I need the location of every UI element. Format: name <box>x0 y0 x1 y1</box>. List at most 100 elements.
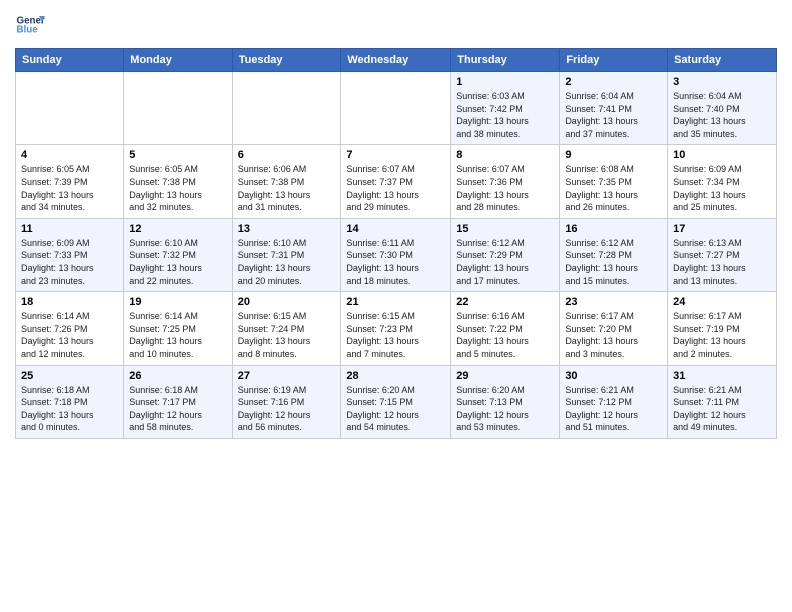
day-number: 11 <box>21 223 118 235</box>
day-cell: 20 Sunrise: 6:15 AM Sunset: 7:24 PM Dayli… <box>232 292 341 365</box>
logo-icon: General Blue <box>15 10 45 40</box>
day-info: Sunrise: 6:04 AM Sunset: 7:40 PM Dayligh… <box>673 90 771 140</box>
day-info: Sunrise: 6:15 AM Sunset: 7:23 PM Dayligh… <box>346 310 445 360</box>
day-info: Sunrise: 6:07 AM Sunset: 7:37 PM Dayligh… <box>346 163 445 213</box>
day-info: Sunrise: 6:20 AM Sunset: 7:13 PM Dayligh… <box>456 384 554 434</box>
day-cell: 22Sunrise: 6:16 AM Sunset: 7:22 PM Dayli… <box>451 292 560 365</box>
day-info: Sunrise: 6:04 AM Sunset: 7:41 PM Dayligh… <box>565 90 662 140</box>
day-number: 14 <box>346 223 445 235</box>
day-info: Sunrise: 6:12 AM Sunset: 7:28 PM Dayligh… <box>565 237 662 287</box>
day-number: 1 <box>456 76 554 88</box>
day-number: 7 <box>346 149 445 161</box>
day-cell: 21 Sunrise: 6:15 AM Sunset: 7:23 PM Dayli… <box>341 292 451 365</box>
day-info: Sunrise: 6:05 AM Sunset: 7:38 PM Dayligh… <box>129 163 226 213</box>
day-number: 19 <box>129 296 226 308</box>
day-cell: 27 Sunrise: 6:19 AM Sunset: 7:16 PM Dayli… <box>232 365 341 438</box>
header: General Blue <box>15 10 777 40</box>
day-cell: 25Sunrise: 6:18 AM Sunset: 7:18 PM Dayli… <box>16 365 124 438</box>
day-info: Sunrise: 6:19 AM Sunset: 7:16 PM Dayligh… <box>238 384 336 434</box>
day-number: 21 <box>346 296 445 308</box>
day-cell: 23 Sunrise: 6:17 AM Sunset: 7:20 PM Dayli… <box>560 292 668 365</box>
logo: General Blue <box>15 10 45 40</box>
day-number: 18 <box>21 296 118 308</box>
week-row-4: 25Sunrise: 6:18 AM Sunset: 7:18 PM Dayli… <box>16 365 777 438</box>
day-cell: 5 Sunrise: 6:05 AM Sunset: 7:38 PM Daylig… <box>124 145 232 218</box>
day-number: 12 <box>129 223 226 235</box>
day-cell: 8 Sunrise: 6:07 AM Sunset: 7:36 PM Daylig… <box>451 145 560 218</box>
day-cell: 3 Sunrise: 6:04 AM Sunset: 7:40 PM Daylig… <box>668 72 777 145</box>
day-cell: 28Sunrise: 6:20 AM Sunset: 7:15 PM Dayli… <box>341 365 451 438</box>
day-cell: 7 Sunrise: 6:07 AM Sunset: 7:37 PM Daylig… <box>341 145 451 218</box>
week-row-1: 4 Sunrise: 6:05 AM Sunset: 7:39 PM Daylig… <box>16 145 777 218</box>
main-container: General Blue SundayMondayTuesdayWednesda… <box>0 0 792 449</box>
day-cell <box>16 72 124 145</box>
day-info: Sunrise: 6:21 AM Sunset: 7:11 PM Dayligh… <box>673 384 771 434</box>
day-number: 8 <box>456 149 554 161</box>
day-cell: 26Sunrise: 6:18 AM Sunset: 7:17 PM Dayli… <box>124 365 232 438</box>
day-cell: 31 Sunrise: 6:21 AM Sunset: 7:11 PM Dayli… <box>668 365 777 438</box>
weekday-thursday: Thursday <box>451 49 560 72</box>
day-cell: 14 Sunrise: 6:11 AM Sunset: 7:30 PM Dayli… <box>341 218 451 291</box>
day-number: 20 <box>238 296 336 308</box>
day-number: 31 <box>673 370 771 382</box>
day-cell <box>341 72 451 145</box>
day-cell <box>124 72 232 145</box>
day-number: 22 <box>456 296 554 308</box>
day-number: 10 <box>673 149 771 161</box>
day-cell <box>232 72 341 145</box>
svg-text:Blue: Blue <box>17 25 39 36</box>
day-info: Sunrise: 6:09 AM Sunset: 7:34 PM Dayligh… <box>673 163 771 213</box>
day-info: Sunrise: 6:12 AM Sunset: 7:29 PM Dayligh… <box>456 237 554 287</box>
day-cell: 10 Sunrise: 6:09 AM Sunset: 7:34 PM Dayli… <box>668 145 777 218</box>
day-number: 6 <box>238 149 336 161</box>
day-cell: 1Sunrise: 6:03 AM Sunset: 7:42 PM Daylig… <box>451 72 560 145</box>
weekday-friday: Friday <box>560 49 668 72</box>
day-info: Sunrise: 6:21 AM Sunset: 7:12 PM Dayligh… <box>565 384 662 434</box>
day-cell: 4 Sunrise: 6:05 AM Sunset: 7:39 PM Daylig… <box>16 145 124 218</box>
day-number: 9 <box>565 149 662 161</box>
weekday-sunday: Sunday <box>16 49 124 72</box>
day-info: Sunrise: 6:18 AM Sunset: 7:17 PM Dayligh… <box>129 384 226 434</box>
day-info: Sunrise: 6:07 AM Sunset: 7:36 PM Dayligh… <box>456 163 554 213</box>
day-number: 28 <box>346 370 445 382</box>
day-number: 13 <box>238 223 336 235</box>
day-info: Sunrise: 6:06 AM Sunset: 7:38 PM Dayligh… <box>238 163 336 213</box>
day-number: 3 <box>673 76 771 88</box>
day-number: 16 <box>565 223 662 235</box>
day-info: Sunrise: 6:13 AM Sunset: 7:27 PM Dayligh… <box>673 237 771 287</box>
day-info: Sunrise: 6:11 AM Sunset: 7:30 PM Dayligh… <box>346 237 445 287</box>
day-number: 30 <box>565 370 662 382</box>
day-info: Sunrise: 6:17 AM Sunset: 7:19 PM Dayligh… <box>673 310 771 360</box>
day-cell: 18 Sunrise: 6:14 AM Sunset: 7:26 PM Dayli… <box>16 292 124 365</box>
day-number: 4 <box>21 149 118 161</box>
day-cell: 24 Sunrise: 6:17 AM Sunset: 7:19 PM Dayli… <box>668 292 777 365</box>
day-cell: 19 Sunrise: 6:14 AM Sunset: 7:25 PM Dayli… <box>124 292 232 365</box>
calendar-table: SundayMondayTuesdayWednesdayThursdayFrid… <box>15 48 777 439</box>
weekday-monday: Monday <box>124 49 232 72</box>
day-info: Sunrise: 6:17 AM Sunset: 7:20 PM Dayligh… <box>565 310 662 360</box>
day-number: 5 <box>129 149 226 161</box>
day-cell: 29 Sunrise: 6:20 AM Sunset: 7:13 PM Dayli… <box>451 365 560 438</box>
weekday-wednesday: Wednesday <box>341 49 451 72</box>
day-cell: 15 Sunrise: 6:12 AM Sunset: 7:29 PM Dayli… <box>451 218 560 291</box>
day-info: Sunrise: 6:05 AM Sunset: 7:39 PM Dayligh… <box>21 163 118 213</box>
day-cell: 30 Sunrise: 6:21 AM Sunset: 7:12 PM Dayli… <box>560 365 668 438</box>
day-number: 15 <box>456 223 554 235</box>
day-cell: 17 Sunrise: 6:13 AM Sunset: 7:27 PM Dayli… <box>668 218 777 291</box>
day-number: 24 <box>673 296 771 308</box>
day-info: Sunrise: 6:14 AM Sunset: 7:25 PM Dayligh… <box>129 310 226 360</box>
day-number: 29 <box>456 370 554 382</box>
day-cell: 13Sunrise: 6:10 AM Sunset: 7:31 PM Dayli… <box>232 218 341 291</box>
weekday-tuesday: Tuesday <box>232 49 341 72</box>
weekday-header-row: SundayMondayTuesdayWednesdayThursdayFrid… <box>16 49 777 72</box>
week-row-3: 18 Sunrise: 6:14 AM Sunset: 7:26 PM Dayli… <box>16 292 777 365</box>
week-row-0: 1Sunrise: 6:03 AM Sunset: 7:42 PM Daylig… <box>16 72 777 145</box>
day-number: 23 <box>565 296 662 308</box>
day-number: 25 <box>21 370 118 382</box>
week-row-2: 11Sunrise: 6:09 AM Sunset: 7:33 PM Dayli… <box>16 218 777 291</box>
day-number: 27 <box>238 370 336 382</box>
day-info: Sunrise: 6:15 AM Sunset: 7:24 PM Dayligh… <box>238 310 336 360</box>
day-cell: 11Sunrise: 6:09 AM Sunset: 7:33 PM Dayli… <box>16 218 124 291</box>
day-number: 17 <box>673 223 771 235</box>
day-info: Sunrise: 6:14 AM Sunset: 7:26 PM Dayligh… <box>21 310 118 360</box>
